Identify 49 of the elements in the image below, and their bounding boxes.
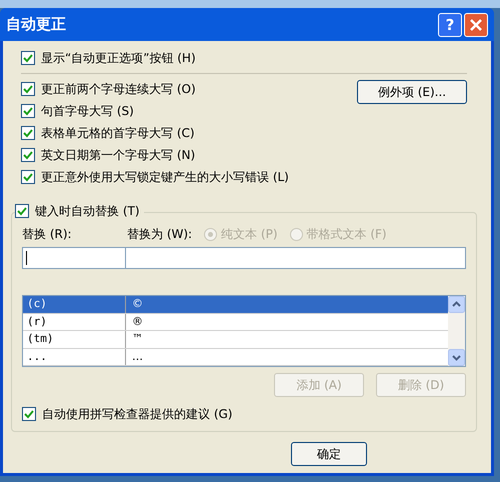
table-cell: (tm) <box>23 331 126 348</box>
check-icon <box>23 53 33 63</box>
window-title: 自动更正 <box>6 14 67 36</box>
checkbox-label: 自动使用拼写检查器提供的建议 (G) <box>42 406 232 423</box>
checkbox[interactable] <box>15 204 29 218</box>
checkbox-label: 更正前两个字母连续大写 (O) <box>41 81 196 98</box>
table-cell: (r) <box>23 314 126 330</box>
list-row[interactable]: (c) © <box>23 296 448 314</box>
replace-label: 替换 (R): <box>22 226 73 243</box>
checkbox[interactable] <box>21 170 35 184</box>
check-icon <box>23 106 33 116</box>
ok-button[interactable]: 确定 <box>291 442 367 466</box>
checkbox[interactable] <box>21 51 35 65</box>
checkbox[interactable] <box>21 148 35 162</box>
checkbox-label: 句首字母大写 (S) <box>41 103 134 120</box>
scroll-down-icon <box>448 349 465 366</box>
close-icon <box>470 18 482 30</box>
table-cell-text: … <box>131 348 144 364</box>
checkbox[interactable] <box>21 104 35 118</box>
checkbox[interactable] <box>21 126 35 140</box>
radio-label: 纯文本 (P) <box>221 226 278 243</box>
checkbox-label: 显示“自动更正选项”按钮 (H) <box>41 50 196 67</box>
table-cell-text: ™ <box>131 331 144 347</box>
list-row[interactable]: (tm) ™ <box>23 331 448 348</box>
scroll-up-icon <box>448 296 465 313</box>
checkbox-label: 表格单元格的首字母大写 (C) <box>41 125 195 142</box>
radio-label: 带格式文本 (F) <box>306 226 387 243</box>
check-icon <box>23 172 33 182</box>
table-cell: ... <box>23 348 126 365</box>
checkbox[interactable] <box>21 82 35 96</box>
exceptions-button[interactable]: 例外项 (E)... <box>357 80 467 104</box>
check-icon <box>17 206 27 216</box>
table-cell: (c) <box>23 296 126 312</box>
checkbox-label: 更正意外使用大写锁定键产生的大小写错误 (L) <box>41 169 289 186</box>
replace-with-label: 替换为 (W): <box>127 226 192 243</box>
help-button[interactable]: ? <box>438 12 462 36</box>
check-icon <box>23 84 33 94</box>
checkbox[interactable] <box>22 407 36 421</box>
table-cell-text: © <box>131 296 144 312</box>
check-icon <box>23 128 33 138</box>
list-row[interactable]: (r) ® <box>23 314 448 331</box>
check-icon <box>23 150 33 160</box>
table-cell-text: ® <box>131 314 144 330</box>
checkbox-label: 键入时自动替换 (T) <box>35 203 140 220</box>
close-button[interactable] <box>464 12 488 36</box>
check-icon <box>24 409 34 419</box>
scrollbar[interactable] <box>448 296 465 366</box>
list-row[interactable]: ... … <box>23 348 448 366</box>
checkbox-label: 英文日期第一个字母大写 (N) <box>41 147 196 164</box>
